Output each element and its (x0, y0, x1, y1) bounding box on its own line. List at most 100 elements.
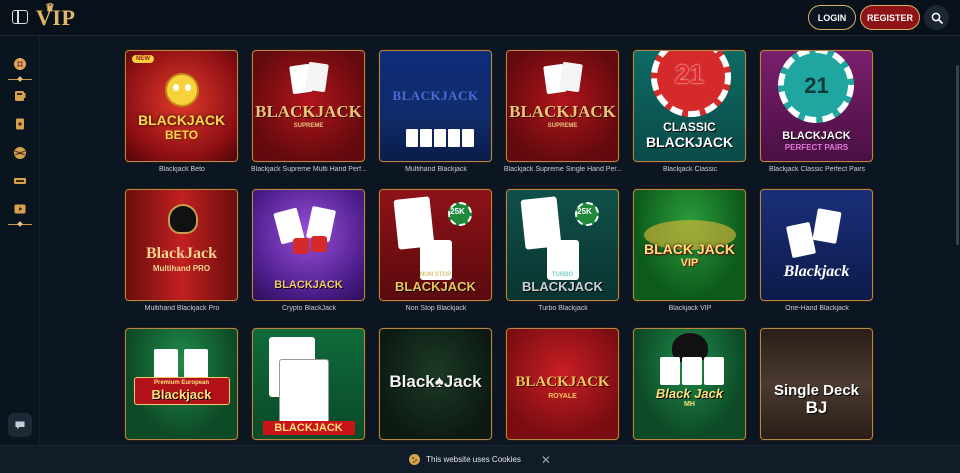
tile-title: BLACKJACK (392, 88, 479, 103)
dice-icon (293, 238, 309, 254)
roulette-wheel-icon[interactable] (12, 56, 28, 72)
chip-label: 21 (804, 73, 829, 98)
search-icon (931, 12, 943, 24)
game-caption[interactable]: Blackjack Classic (620, 166, 760, 173)
login-button[interactable]: LOGIN (808, 5, 856, 30)
tile-subtitle: BJ (805, 398, 828, 417)
register-button[interactable]: REGISTER (860, 5, 920, 30)
tile-subtitle: TURBO (551, 272, 574, 278)
tile-title: Single Deck (773, 382, 860, 399)
close-icon[interactable]: ✕ (541, 454, 551, 466)
game-caption[interactable]: Blackjack Supreme Multi Hand Perf... (239, 166, 379, 173)
tile-subtitle: BETO (164, 128, 199, 142)
tile-subtitle: ROYALE (548, 393, 577, 400)
game-tile-blackjack-royale[interactable]: BLACKJACK ROYALE (506, 328, 619, 440)
playing-cards-row (406, 129, 418, 147)
game-tile-turbo-blackjack[interactable]: 25K TURBO BLACKJACK (506, 189, 619, 301)
spade-icon (168, 204, 198, 234)
playing-card-icon (305, 205, 337, 243)
playing-cards-row (154, 349, 178, 379)
game-tile-multihand-blackjack-pro[interactable]: BlackJack Multihand PRO (125, 189, 238, 301)
tile-title: BLACKJACK (274, 422, 343, 434)
tile-subtitle: VIP (680, 257, 699, 269)
sidebar-toggle-icon[interactable] (12, 10, 28, 24)
game-tile-multihand-blackjack[interactable]: BLACKJACK (379, 50, 492, 162)
chip-label: 25K (450, 207, 465, 216)
game-tile-premium-european-blackjack[interactable]: Premium European Blackjack (125, 328, 238, 440)
game-caption[interactable]: Non Stop Blackjack (366, 305, 506, 312)
card-icon[interactable] (12, 116, 28, 132)
tile-title: Blackjack (151, 387, 212, 402)
game-tile-blackjack-vip[interactable]: BLACK JACK VIP (633, 189, 746, 301)
new-badge: NEW (132, 55, 154, 63)
game-tile-blackjack-supreme-single[interactable]: BLACKJACK SUPREME (506, 50, 619, 162)
tile-subtitle: BLACKJACK (645, 134, 734, 150)
playing-card-icon (559, 61, 583, 93)
game-tile-blackjack-supreme-multi[interactable]: BLACKJACK SUPREME (252, 50, 365, 162)
chip-label: 25K (577, 207, 592, 216)
game-tile-one-hand-blackjack[interactable]: Blackjack (760, 189, 873, 301)
playing-cards-row (660, 357, 680, 385)
game-caption[interactable]: Crypto BlackJack (239, 305, 379, 312)
chip-label: 21 (675, 59, 704, 89)
game-tile-blackjack-cards[interactable]: BLACKJACK (252, 328, 365, 440)
tile-subtitle: SUPREME (547, 123, 578, 129)
playing-card-icon (785, 221, 817, 259)
game-tile-blackjack-mh[interactable]: Black Jack MH (633, 328, 746, 440)
game-tile-blackjack-beto[interactable]: NEW BLACKJACK BETO (125, 50, 238, 162)
search-button[interactable] (924, 5, 949, 30)
tile-title: BLACKJACK (255, 102, 362, 121)
game-tile-single-deck-bj[interactable]: Single Deck BJ (760, 328, 873, 440)
tile-subtitle: NON STOP (419, 272, 452, 278)
cookie-message: This website uses Cookies (426, 455, 521, 464)
cookie-icon (409, 454, 421, 465)
game-tile-blackjack-classic[interactable]: 21 CLASSIC BLACKJACK (633, 50, 746, 162)
playing-card-icon (305, 61, 329, 93)
live-video-icon[interactable] (12, 201, 28, 217)
tile-title: BLACKJACK (509, 102, 616, 121)
game-caption[interactable]: Blackjack VIP (620, 305, 760, 312)
tile-title: BLACKJACK (515, 374, 610, 390)
cookie-banner: This website uses Cookies ✕ (0, 445, 960, 473)
tile-subtitle: MH (684, 401, 695, 408)
logo-text: VIP (36, 5, 76, 30)
slot-icon[interactable] (12, 88, 28, 104)
game-caption[interactable]: One-Hand Blackjack (747, 305, 887, 312)
crown-icon: ♛ (45, 2, 56, 14)
playing-card-icon (812, 208, 842, 244)
page-scrollbar[interactable] (956, 65, 959, 245)
tile-title: BLACKJACK (395, 279, 476, 294)
tile-title: BLACKJACK (137, 112, 226, 128)
lottery-icon[interactable] (12, 173, 28, 189)
tile-title: BLACKJACK (522, 279, 603, 294)
tile-title: Black♠Jack (389, 372, 482, 391)
game-caption[interactable]: Blackjack Supreme Single Hand Per... (493, 166, 633, 173)
tile-title: Black Jack (655, 386, 724, 401)
mascot-face-icon (165, 73, 199, 107)
sports-ball-icon[interactable] (12, 145, 28, 161)
game-tile-crypto-blackjack[interactable]: BLACKJACK (252, 189, 365, 301)
top-header: ♛ VIP LOGIN REGISTER (0, 0, 960, 36)
game-caption[interactable]: Multihand Blackjack (366, 166, 506, 173)
sidebar-divider (8, 224, 32, 225)
game-caption[interactable]: Blackjack Beto (112, 166, 252, 173)
tile-title: BLACKJACK (782, 130, 851, 142)
game-tile-non-stop-blackjack[interactable]: 25K NON STOP BLACKJACK (379, 189, 492, 301)
game-tile-blackjack-dark[interactable]: Black♠Jack (379, 328, 492, 440)
tile-title: BLACKJACK (274, 279, 343, 291)
game-tile-blackjack-perfect-pairs[interactable]: 21 BLACKJACK PERFECT PAIRS (760, 50, 873, 162)
game-caption[interactable]: Turbo Blackjack (493, 305, 633, 312)
sidebar-divider (8, 79, 32, 80)
game-caption[interactable]: Blackjack Classic Perfect Pairs (747, 166, 887, 173)
tile-title: Blackjack (783, 263, 850, 280)
left-sidebar (0, 37, 40, 473)
game-caption[interactable]: Multihand Blackjack Pro (112, 305, 252, 312)
chat-button[interactable] (8, 413, 32, 437)
tile-subtitle: Multihand PRO (152, 264, 211, 273)
site-logo[interactable]: ♛ VIP (36, 2, 76, 32)
tile-title: BLACK JACK (644, 241, 735, 257)
tile-subtitle: SUPREME (293, 123, 324, 129)
tile-title: BlackJack (145, 245, 218, 262)
tile-subtitle: PERFECT PAIRS (784, 143, 849, 152)
playing-card-icon (279, 359, 329, 423)
